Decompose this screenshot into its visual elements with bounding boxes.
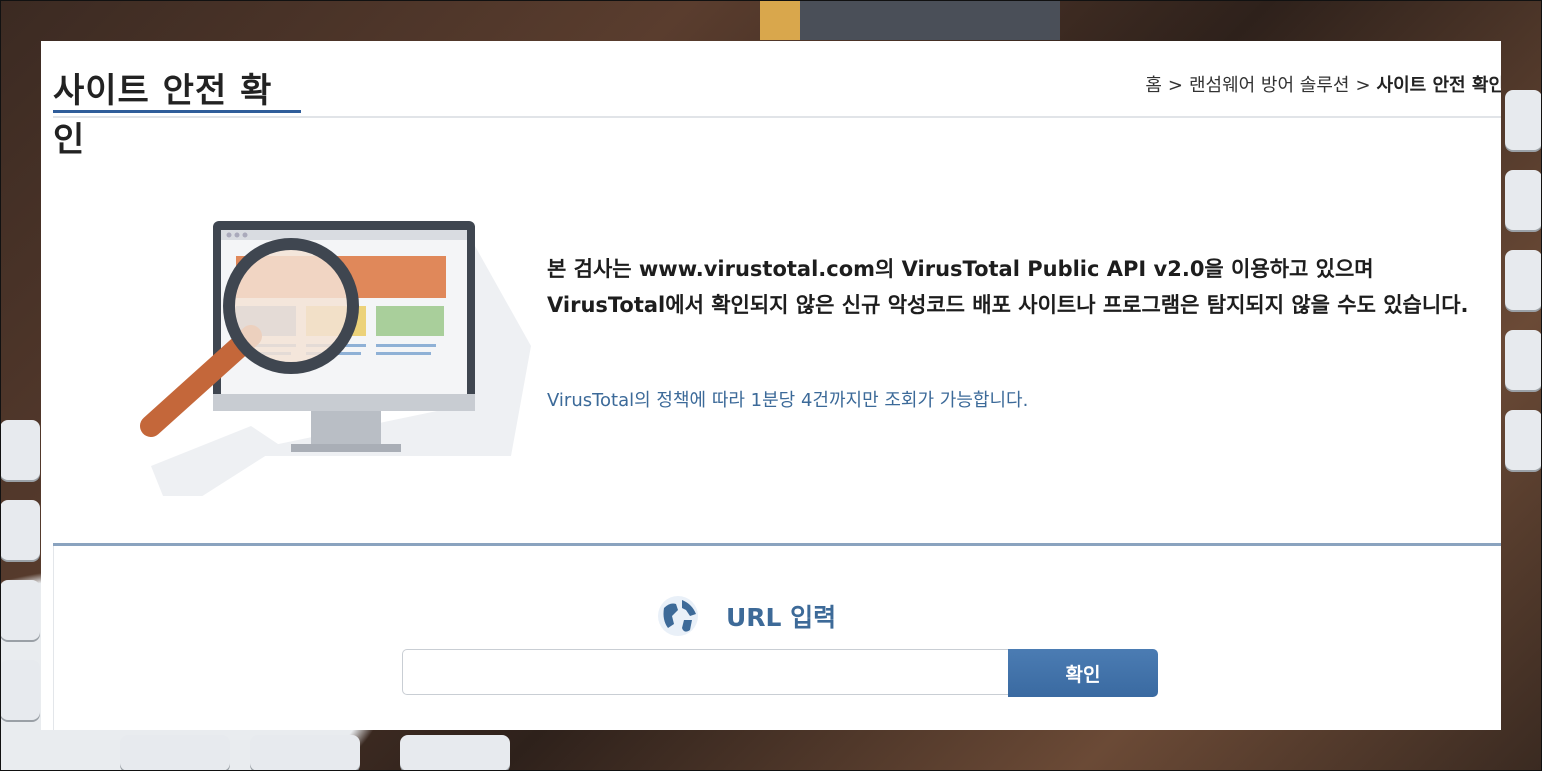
main-panel: 사이트 안전 확인 홈 > 랜섬웨어 방어 솔루션 > 사이트 안전 확인 본 검사는 … [41, 41, 1501, 730]
page-title: 사이트 안전 확인 [53, 63, 301, 160]
url-input-label: URL 입력 [726, 603, 837, 632]
url-form-heading: URL 입력 [656, 591, 836, 641]
section-divider [53, 543, 1501, 546]
globe-icon [658, 596, 698, 636]
section-border [53, 546, 54, 730]
magnifier-monitor-illustration [140, 221, 531, 496]
breadcrumb-separator: > [1167, 75, 1183, 96]
confirm-button[interactable]: 확인 [1008, 649, 1158, 697]
breadcrumb-current: 사이트 안전 확인 [1376, 75, 1501, 96]
url-input[interactable] [402, 649, 1008, 695]
service-description: 본 검사는 www.virustotal.com의 VirusTotal Pub… [547, 257, 1469, 317]
page-header: 사이트 안전 확인 홈 > 랜섬웨어 방어 솔루션 > 사이트 안전 확인 [53, 41, 1501, 160]
breadcrumb-home[interactable]: 홈 [1145, 75, 1162, 96]
breadcrumb-separator: > [1355, 75, 1371, 96]
breadcrumb-parent[interactable]: 랜섬웨어 방어 솔루션 [1189, 75, 1349, 96]
rate-limit-note: VirusTotal의 정책에 따라 1분당 4건까지만 조회가 가능합니다. [547, 390, 1029, 411]
breadcrumb: 홈 > 랜섬웨어 방어 솔루션 > 사이트 안전 확인 [1145, 71, 1501, 97]
